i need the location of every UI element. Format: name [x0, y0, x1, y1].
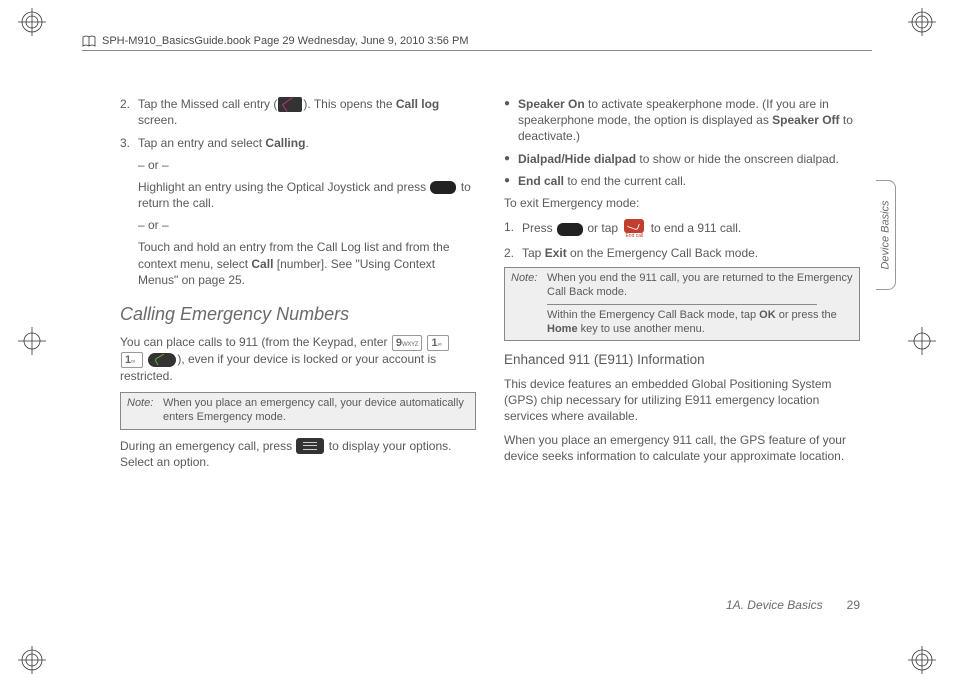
crop-mark-icon [18, 8, 46, 36]
page-body: 2. Tap the Missed call entry (). This op… [120, 96, 860, 479]
optical-joystick-icon [430, 181, 456, 194]
touch-hold-entry: Touch and hold an entry from the Call Lo… [138, 239, 476, 288]
crop-mark-icon [908, 646, 936, 674]
menu-key-icon [296, 438, 324, 454]
page-footer: 1A. Device Basics 29 [120, 598, 860, 612]
keypad-1-icon: 1∞ [427, 335, 449, 351]
crop-mark-icon [908, 327, 936, 355]
side-tab-label: Device Basics [880, 200, 892, 269]
heading-e911: Enhanced 911 (E911) Information [504, 351, 860, 369]
footer-section: 1A. Device Basics [726, 598, 823, 612]
end-key-icon [557, 223, 583, 236]
end-call-icon: End call [622, 219, 646, 239]
step-3: 3. Tap an entry and select Calling. [120, 135, 476, 151]
exit-step-2: 2. Tap Exit on the Emergency Call Back m… [504, 245, 860, 261]
note-label: Note: [511, 272, 547, 300]
crop-mark-icon [18, 327, 46, 355]
e911-p1: This device features an embedded Global … [504, 376, 860, 425]
doc-header: SPH-M910_BasicsGuide.book Page 29 Wednes… [82, 34, 872, 51]
option-speaker: ● Speaker On to activate speakerphone mo… [504, 96, 860, 145]
side-tab: Device Basics [876, 180, 896, 290]
option-end-call: ● End call to end the current call. [504, 173, 860, 189]
left-column: 2. Tap the Missed call entry (). This op… [120, 96, 476, 479]
or-divider: – or – [138, 217, 476, 233]
during-call-options: During an emergency call, press to displ… [120, 438, 476, 471]
exit-heading: To exit Emergency mode: [504, 195, 860, 211]
note-divider [547, 304, 817, 305]
footer-page-number: 29 [847, 598, 860, 612]
emergency-intro: You can place calls to 911 (from the Key… [120, 334, 476, 384]
missed-call-icon [278, 97, 302, 112]
note-body: When you end the 911 call, you are retur… [547, 272, 853, 300]
right-column: ● Speaker On to activate speakerphone mo… [504, 96, 860, 479]
note-emergency-mode: Note: When you place an emergency call, … [120, 392, 476, 430]
highlight-entry: Highlight an entry using the Optical Joy… [138, 179, 476, 211]
or-divider: – or – [138, 157, 476, 173]
note-body: When you place an emergency call, your d… [163, 397, 469, 425]
book-icon [82, 34, 96, 48]
keypad-1-icon: 1∞ [121, 352, 143, 368]
note-callback-mode: Note: When you end the 911 call, you are… [504, 267, 860, 341]
note-label: Note: [127, 397, 163, 425]
doc-header-text: SPH-M910_BasicsGuide.book Page 29 Wednes… [102, 35, 469, 47]
crop-mark-icon [908, 8, 936, 36]
exit-step-1: 1. Press or tap End call to end a 911 ca… [504, 219, 860, 239]
option-dialpad: ● Dialpad/Hide dialpad to show or hide t… [504, 151, 860, 167]
keypad-9-icon: 9WXYZ [392, 335, 422, 351]
note-body: Within the Emergency Call Back mode, tap… [547, 309, 853, 337]
step-2: 2. Tap the Missed call entry (). This op… [120, 96, 476, 129]
e911-p2: When you place an emergency 911 call, th… [504, 432, 860, 464]
talk-key-icon [148, 353, 176, 367]
heading-emergency: Calling Emergency Numbers [120, 302, 476, 326]
crop-mark-icon [18, 646, 46, 674]
